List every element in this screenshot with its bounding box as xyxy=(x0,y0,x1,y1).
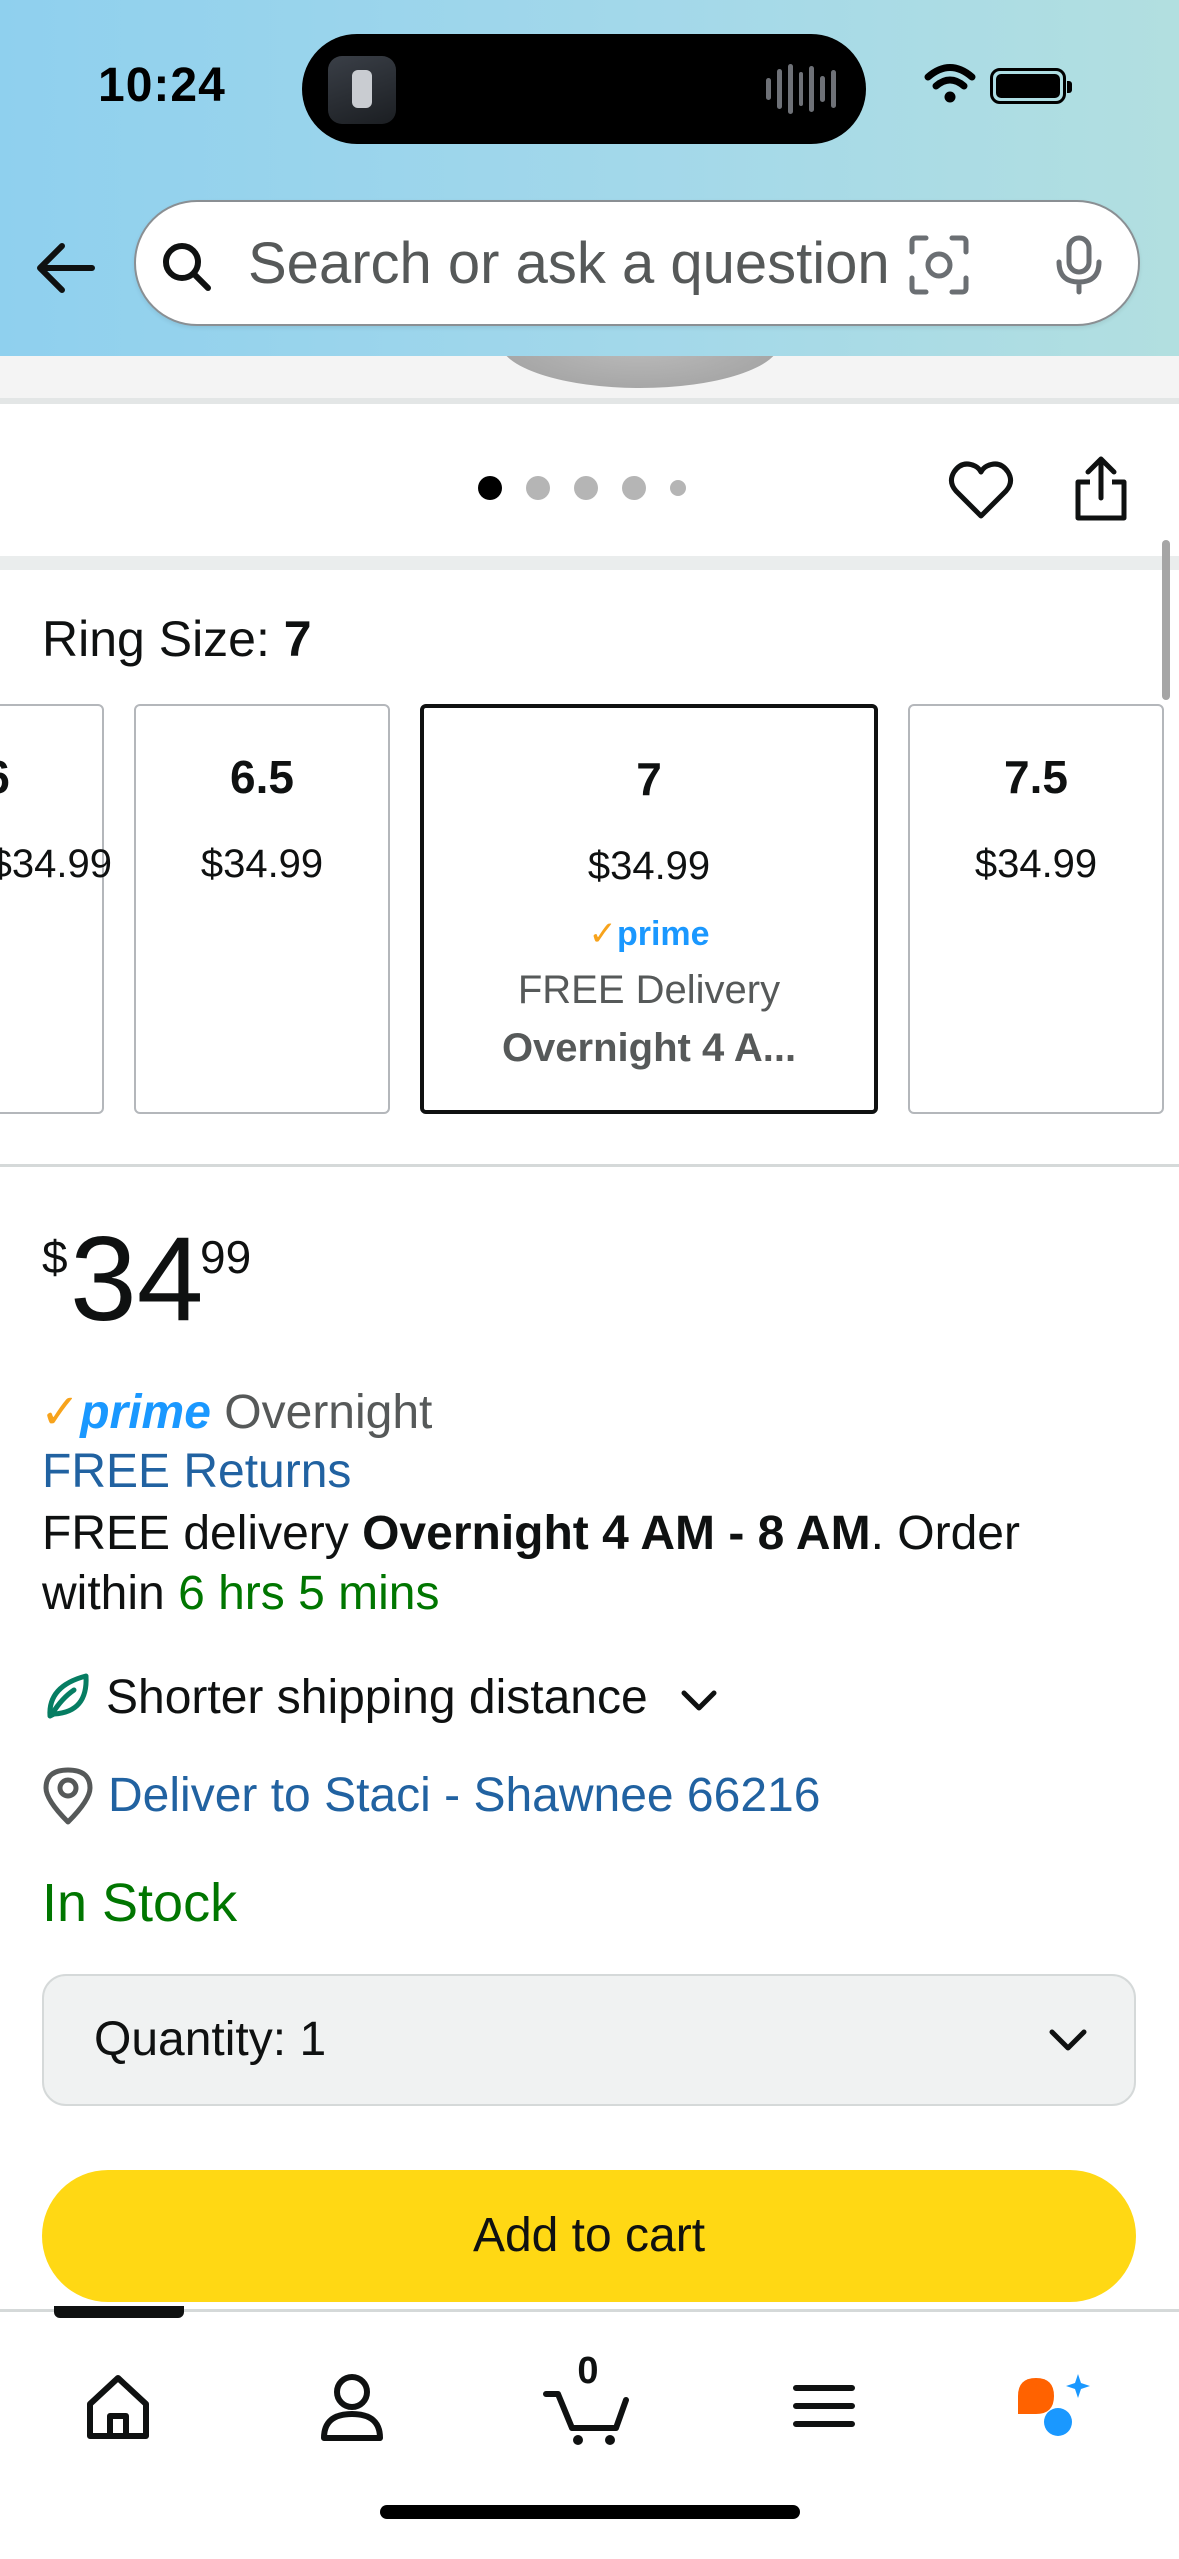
prime-check-icon: ✓ xyxy=(588,915,617,953)
share-icon[interactable] xyxy=(1064,452,1138,526)
ring-size-option-delivery: FREE Delivery xyxy=(517,968,781,1012)
ring-size-option-6[interactable]: 6 $34.99 xyxy=(0,704,112,1114)
quantity-selector[interactable]: Quantity: 1 xyxy=(42,1974,1136,2106)
deliver-to-link[interactable]: Deliver to Staci - Shawnee 66216 xyxy=(108,1768,820,1823)
cart-count: 0 xyxy=(577,2350,599,2392)
nav-active-indicator xyxy=(54,2306,184,2318)
ring-size-option-size: 6 xyxy=(0,750,10,804)
ring-size-option-price: $34.99 xyxy=(200,842,324,886)
ring-size-option-7[interactable]: 7 $34.99 ✓prime FREE Delivery Overnight … xyxy=(420,704,878,1114)
home-indicator[interactable] xyxy=(380,2505,800,2519)
prime-badge-text: prime xyxy=(616,915,710,953)
ring-size-option-size: 7.5 xyxy=(1004,751,1068,803)
quantity-value: 1 xyxy=(299,2013,327,2066)
ring-size-option-price: $34.99 xyxy=(0,842,112,886)
price-whole: 34 xyxy=(70,1212,204,1346)
cart-nav-item[interactable]: 0 xyxy=(538,2350,638,2456)
ring-size-label: Ring Size: 7 xyxy=(42,610,312,668)
ring-size-option-size: 6.5 xyxy=(230,751,294,803)
account-icon[interactable] xyxy=(302,2356,402,2456)
product-image-peek[interactable] xyxy=(0,356,1179,398)
add-to-cart-button[interactable]: Add to cart xyxy=(42,2170,1136,2302)
image-carousel-dots[interactable] xyxy=(478,476,686,500)
home-icon[interactable] xyxy=(68,2356,168,2456)
quantity-label-text: Quantity: xyxy=(94,2013,287,2066)
prime-check-icon: ✓ xyxy=(40,1386,81,1439)
scrollbar[interactable] xyxy=(1162,540,1170,700)
ring-size-option-price: $34.99 xyxy=(974,842,1098,886)
leaf-icon xyxy=(47,1673,89,1719)
ring-size-label-text: Ring Size: xyxy=(42,611,284,667)
heart-icon[interactable] xyxy=(946,456,1016,526)
top-header: 10:24 xyxy=(0,0,1179,356)
audio-waveform-icon xyxy=(766,64,837,114)
shipping-distance-toggle[interactable]: Shorter shipping distance xyxy=(106,1670,648,1725)
camera-lens-icon[interactable] xyxy=(906,232,972,298)
now-playing-thumbnail xyxy=(328,56,396,124)
chevron-down-icon xyxy=(1049,2029,1087,2051)
wifi-icon xyxy=(924,64,976,103)
dynamic-island xyxy=(302,34,866,144)
menu-icon[interactable] xyxy=(774,2356,874,2456)
bottom-nav: 0 xyxy=(0,2306,1179,2559)
chevron-down-icon[interactable] xyxy=(674,1676,724,1726)
search-icon xyxy=(163,243,211,291)
ring-size-option-price: $34.99 xyxy=(587,844,711,888)
image-divider xyxy=(0,398,1179,404)
price-fraction: 99 xyxy=(200,1231,252,1283)
prime-speed: Overnight xyxy=(224,1386,433,1439)
delivery-prefix: FREE delivery xyxy=(42,1507,363,1560)
ring-size-option-6-5[interactable]: 6.5 $34.99 xyxy=(134,704,390,1114)
carousel-dot-4[interactable] xyxy=(622,476,646,500)
carousel-dot-3[interactable] xyxy=(574,476,598,500)
status-time: 10:24 xyxy=(98,59,226,112)
search-bar[interactable] xyxy=(134,200,1140,326)
ring-size-option-7-5[interactable]: 7.5 $34.99 xyxy=(908,704,1164,1114)
ring-size-selected-value: 7 xyxy=(283,611,312,667)
section-divider xyxy=(0,1164,1179,1167)
prime-logo: prime xyxy=(80,1386,211,1439)
stock-status: In Stock xyxy=(42,1873,238,1933)
quantity-label: Quantity: 1 xyxy=(94,2012,326,2067)
prime-badge: ✓prime xyxy=(424,914,874,954)
microphone-icon[interactable] xyxy=(1046,232,1112,298)
carousel-dot-5[interactable] xyxy=(670,480,686,496)
ring-size-option-size: 7 xyxy=(636,753,662,805)
ring-size-option-eta: Overnight 4 A... xyxy=(501,1026,797,1070)
carousel-dot-1[interactable] xyxy=(478,476,502,500)
free-returns-link[interactable]: FREE Returns xyxy=(42,1444,351,1499)
prime-overnight-badge: ✓prime Overnight xyxy=(40,1384,432,1440)
delivery-window: Overnight 4 AM - 8 AM xyxy=(362,1507,871,1560)
carousel-dot-2[interactable] xyxy=(526,476,550,500)
price-currency: $ xyxy=(42,1231,68,1283)
section-divider xyxy=(0,556,1179,570)
delivery-countdown: 6 hrs 5 mins xyxy=(178,1567,440,1620)
battery-icon xyxy=(990,68,1072,104)
rufus-assistant-icon[interactable] xyxy=(1004,2356,1104,2456)
back-arrow-icon[interactable] xyxy=(30,232,102,304)
location-pin-icon xyxy=(43,1767,93,1825)
delivery-message: FREE delivery Overnight 4 AM - 8 AM. Ord… xyxy=(42,1504,1122,1624)
